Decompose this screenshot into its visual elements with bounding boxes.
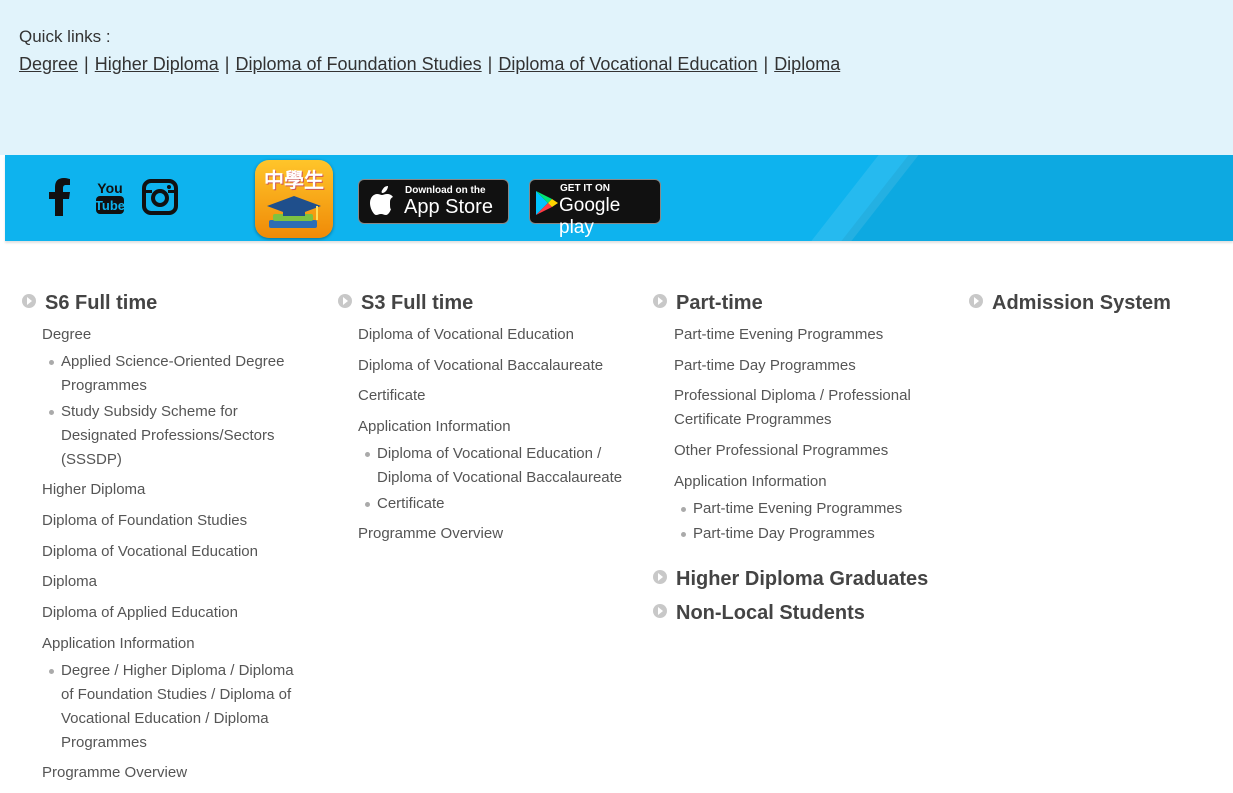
school-app-icon[interactable]: 中學生 [255, 160, 333, 238]
separator: | [84, 54, 89, 74]
quick-link-diploma[interactable]: Diploma [774, 54, 840, 74]
app-store-small-text: Download on the [405, 185, 486, 196]
s6-link-diploma[interactable]: Diploma [42, 570, 97, 594]
bullet-icon [49, 410, 54, 415]
separator: | [487, 54, 493, 74]
heading-label: Part-time [676, 292, 763, 314]
quick-link-vocational-education[interactable]: Diploma of Vocational Education [498, 54, 757, 74]
s3-link-certificate[interactable]: Certificate [358, 384, 426, 408]
s6-link-higher-diploma[interactable]: Higher Diploma [42, 478, 145, 502]
bullet-icon [681, 532, 686, 537]
heading-label: Higher Diploma Graduates [676, 568, 929, 590]
non-local-students-heading[interactable]: Non-Local Students [653, 600, 865, 626]
s6-link-programme-overview[interactable]: Programme Overview [42, 761, 187, 785]
google-play-big-text: Google play [559, 195, 621, 238]
circle-arrow-icon [22, 294, 36, 308]
pt-link-evening-programmes[interactable]: Part-time Evening Programmes [674, 323, 883, 347]
column-part-time: Part-time Part-time Evening Programmes P… [651, 290, 953, 624]
s6-link-sssdp[interactable]: Study Subsidy Scheme for Designated Prof… [49, 400, 301, 472]
pt-link-professional-diploma[interactable]: Professional Diploma / Professional Cert… [674, 384, 924, 432]
quick-link-foundation-studies[interactable]: Diploma of Foundation Studies [235, 54, 481, 74]
pt-link-application-day[interactable]: Part-time Day Programmes [681, 522, 933, 546]
heading-label: Non-Local Students [676, 602, 865, 624]
heading-label: Admission System [992, 292, 1171, 314]
pt-link-application-information[interactable]: Application Information [674, 470, 827, 494]
s6-link-applied-science-degree[interactable]: Applied Science-Oriented Degree Programm… [49, 350, 301, 398]
google-play-icon [536, 191, 558, 215]
separator: | [224, 54, 230, 74]
admission-system-heading[interactable]: Admission System [969, 290, 1229, 316]
s3-link-programme-overview[interactable]: Programme Overview [358, 522, 503, 546]
facebook-icon[interactable] [40, 177, 80, 217]
google-play-badge[interactable]: GET IT ON Google play [529, 179, 661, 238]
sub-link-label: Study Subsidy Scheme for Designated Prof… [61, 403, 275, 468]
bullet-icon [681, 507, 686, 512]
s6-full-time-heading[interactable]: S6 Full time [22, 290, 322, 316]
apple-icon [370, 186, 393, 215]
s3-link-application-diploma[interactable]: Diploma of Vocational Education / Diplom… [365, 442, 637, 490]
bullet-icon [49, 669, 54, 674]
bullet-icon [365, 502, 370, 507]
sub-link-label: Diploma of Vocational Education / Diplom… [377, 445, 623, 486]
circle-arrow-icon [653, 604, 667, 618]
s3-link-vocational-education[interactable]: Diploma of Vocational Education [358, 323, 574, 347]
sub-link-label: Part-time Day Programmes [693, 525, 875, 542]
column-admission-system: Admission System [967, 290, 1227, 316]
part-time-heading[interactable]: Part-time [653, 290, 953, 316]
s6-link-application-information[interactable]: Application Information [42, 632, 195, 656]
youtube-icon[interactable]: You Tube [90, 177, 130, 217]
column-s6-full-time: S6 Full time Degree Applied Science-Orie… [20, 290, 322, 781]
heading-label: S6 Full time [45, 292, 158, 314]
app-store-badge[interactable]: Download on the App Store [358, 179, 509, 224]
sub-link-label: Part-time Evening Programmes [693, 500, 903, 517]
app-icon-label: 中學生 [264, 168, 324, 192]
separator: | [763, 54, 769, 74]
pt-link-day-programmes[interactable]: Part-time Day Programmes [674, 354, 856, 378]
social-app-banner: You Tube 中學生 Download on the App Store G… [5, 155, 1233, 241]
quick-links-list: Degree | Higher Diploma | Diploma of Foundat… [19, 54, 840, 75]
sub-link-label: Degree / Higher Diploma / Diploma of Fou… [61, 662, 294, 751]
svg-text:Tube: Tube [95, 198, 125, 213]
quick-link-degree[interactable]: Degree [19, 54, 78, 74]
heading-label: S3 Full time [361, 292, 474, 314]
s3-link-vocational-baccalaureate[interactable]: Diploma of Vocational Baccalaureate [358, 354, 603, 378]
pt-link-other-professional[interactable]: Other Professional Programmes [674, 439, 888, 463]
s6-link-applied-education[interactable]: Diploma of Applied Education [42, 601, 238, 625]
higher-diploma-graduates-heading[interactable]: Higher Diploma Graduates [653, 566, 928, 592]
banner-decoration [841, 155, 1233, 241]
circle-arrow-icon [653, 294, 667, 308]
sub-link-label: Certificate [377, 495, 445, 512]
s6-link-application-programmes[interactable]: Degree / Higher Diploma / Diploma of Fou… [49, 659, 301, 755]
circle-arrow-icon [969, 294, 983, 308]
quick-link-higher-diploma[interactable]: Higher Diploma [95, 54, 219, 74]
s6-link-degree[interactable]: Degree [42, 323, 91, 347]
quick-links-panel: Quick links : Degree | Higher Diploma | Dipl… [0, 0, 1233, 155]
s3-link-application-information[interactable]: Application Information [358, 415, 511, 439]
circle-arrow-icon [653, 570, 667, 584]
s3-link-application-certificate[interactable]: Certificate [365, 492, 637, 516]
bullet-icon [365, 452, 370, 457]
bullet-icon [49, 360, 54, 365]
quick-links-title: Quick links : [19, 27, 111, 46]
svg-text:You: You [97, 180, 122, 196]
s3-full-time-heading[interactable]: S3 Full time [338, 290, 638, 316]
circle-arrow-icon [338, 294, 352, 308]
pt-link-application-evening[interactable]: Part-time Evening Programmes [681, 497, 933, 521]
s6-link-foundation-studies[interactable]: Diploma of Foundation Studies [42, 509, 247, 533]
instagram-icon[interactable] [140, 177, 180, 217]
google-play-small-text: GET IT ON [560, 183, 610, 194]
column-s3-full-time: S3 Full time Diploma of Vocational Educa… [336, 290, 638, 542]
s6-link-vocational-education[interactable]: Diploma of Vocational Education [42, 540, 258, 564]
sub-link-label: Applied Science-Oriented Degree Programm… [61, 353, 285, 394]
app-store-big-text: App Store [404, 196, 493, 218]
graduation-cap-icon [267, 196, 321, 228]
